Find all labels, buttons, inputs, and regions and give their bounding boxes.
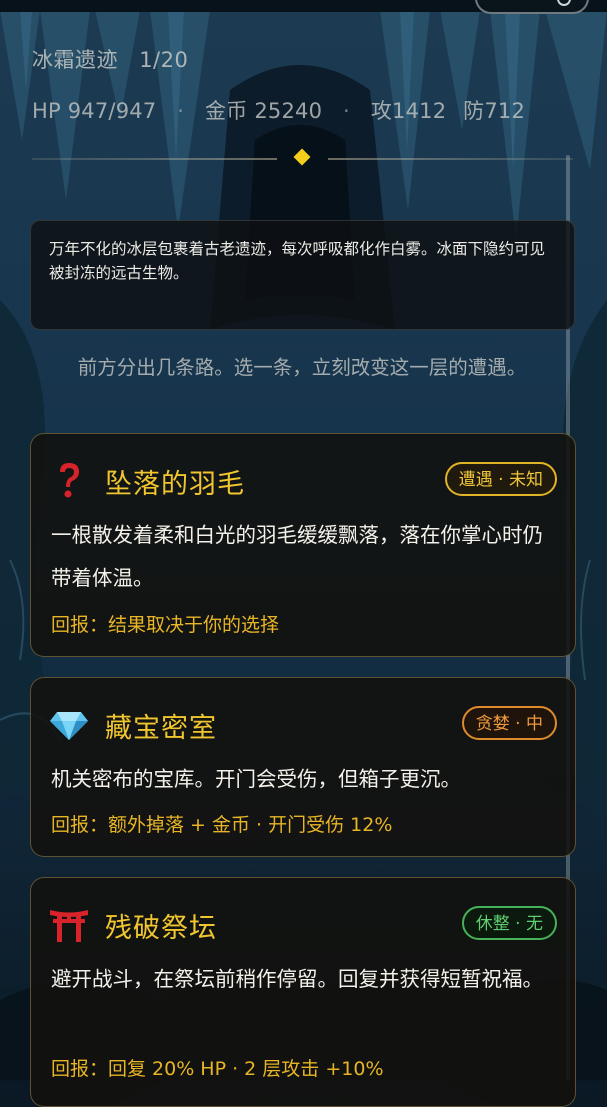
gold-stat: 金币 25240 (205, 99, 323, 123)
choice-card-treasure-vault[interactable]: 藏宝密室 贪婪 · 中 机关密布的宝库。开门会受伤，但箱子更沉。 回报：额外掉落… (30, 677, 576, 857)
circle-icon (557, 0, 571, 6)
choice-description: 机关密布的宝库。开门会受伤，但箱子更沉。 (51, 767, 461, 791)
stat-separator: · (343, 99, 350, 123)
choice-reward: 回报：额外掉落 + 金币 · 开门受伤 12% (51, 814, 393, 836)
choice-card-ruined-altar[interactable]: 残破祭坛 休整 · 无 避开战斗，在祭坛前稍作停留。回复并获得短暂祝福。 回报：… (30, 877, 576, 1107)
choice-prompt: 前方分出几条路。选一条，立刻改变这一层的遭遇。 (77, 356, 527, 379)
diamond-ornament-icon (293, 148, 311, 166)
player-stats: HP 947/947 · 金币 25240 · 攻1412 防712 (32, 95, 525, 125)
question-mark-icon (60, 463, 79, 498)
torii-gate-icon (50, 910, 88, 942)
floor-name: 冰霜遗迹 (32, 48, 118, 72)
choice-description: 避开战斗，在祭坛前稍作停留。回复并获得短暂祝福。 (51, 967, 543, 991)
gem-icon (50, 712, 88, 740)
choice-title: 残破祭坛 (105, 913, 217, 944)
choice-title: 坠落的羽毛 (105, 469, 245, 500)
choice-tag: 遭遇 · 未知 (444, 462, 557, 496)
choice-tag: 休整 · 无 (461, 906, 557, 940)
divider-left (32, 158, 277, 160)
floor-info: 冰霜遗迹 1/20 (32, 44, 202, 74)
floor-description-panel: 万年不化的冰层包裹着古老遗迹，每次呼吸都化作白雾。冰面下隐约可见被封冻的远古生物… (30, 220, 575, 330)
choice-reward: 回报：结果取决于你的选择 (51, 614, 280, 636)
floor-description-text: 万年不化的冰层包裹着古老遗迹，每次呼吸都化作白雾。冰面下隐约可见被封冻的远古生物… (49, 240, 546, 282)
choice-title: 藏宝密室 (105, 713, 217, 744)
attack-stat: 攻1412 (370, 99, 447, 123)
floor-progress: 1/20 (139, 48, 189, 72)
top-menu-button[interactable] (475, 0, 589, 14)
choice-tag: 贪婪 · 中 (461, 706, 557, 740)
choice-description: 一根散发着柔和白光的羽毛缓缓飘落，落在你掌心时仍带着体温。 (51, 523, 543, 590)
divider-right (328, 158, 573, 160)
choice-card-fallen-feather[interactable]: 坠落的羽毛 遭遇 · 未知 一根散发着柔和白光的羽毛缓缓飘落，落在你掌心时仍带着… (30, 433, 576, 657)
hp-stat: HP 947/947 (32, 99, 157, 123)
stat-separator: · (177, 99, 185, 123)
choice-reward: 回报：回复 20% HP · 2 层攻击 +10% (51, 1058, 384, 1080)
defense-stat: 防712 (463, 99, 526, 123)
